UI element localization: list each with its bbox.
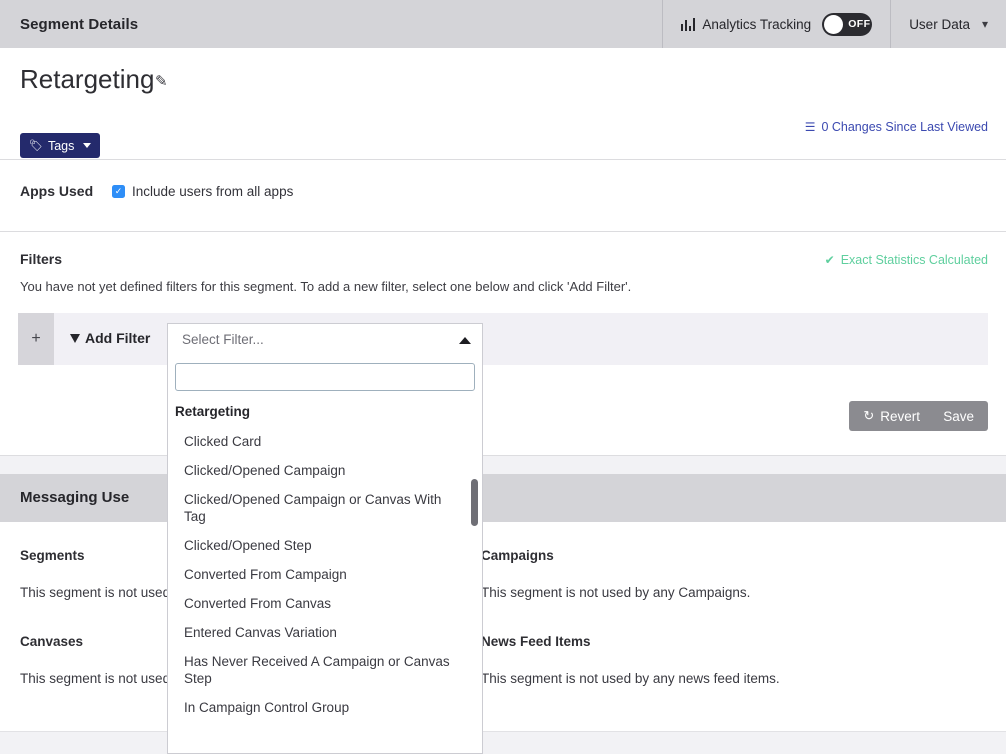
save-button-label: Save <box>943 409 974 424</box>
filters-heading: Filters <box>20 251 62 267</box>
changes-since-last-viewed-link[interactable]: ☰ 0 Changes Since Last Viewed <box>805 120 988 134</box>
apps-used-section: Apps Used ✓ Include users from all apps <box>0 160 1006 231</box>
filter-option[interactable]: Clicked/Opened Campaign or Canvas With T… <box>168 485 482 531</box>
filter-option[interactable]: In Campaign Control Group <box>168 693 482 722</box>
block-text: This segment is not used by any news fee… <box>481 671 951 686</box>
list-icon: ☰ <box>805 121 816 133</box>
checkbox-icon: ✓ <box>112 185 125 198</box>
toggle-state-label: OFF <box>848 18 870 30</box>
top-bar: Segment Details Analytics Tracking OFF U… <box>0 0 1006 48</box>
filter-select-placeholder: Select Filter... <box>182 332 264 347</box>
filter-option[interactable]: Has Never Received A Campaign or Canvas … <box>168 647 482 693</box>
caret-up-icon <box>459 337 471 344</box>
revert-button-label: Revert <box>880 409 920 424</box>
spacer-band <box>0 456 1006 474</box>
segment-name: Retargeting <box>20 66 154 92</box>
bar-chart-icon <box>681 18 696 31</box>
filter-search-input[interactable] <box>175 363 475 391</box>
filter-select-control[interactable]: Select Filter... <box>167 323 483 355</box>
apps-used-label: Apps Used <box>20 183 93 199</box>
undo-icon: ↻ <box>863 408 874 424</box>
segment-details-page: Segment Details Analytics Tracking OFF U… <box>0 0 1006 754</box>
toggle-knob <box>824 15 843 34</box>
check-icon: ✔ <box>825 253 835 267</box>
bottom-band <box>0 732 1006 754</box>
filter-option-group-header: Retargeting <box>168 398 482 427</box>
include-all-apps-label: Include users from all apps <box>132 184 293 199</box>
tag-icon: 🏷 <box>29 139 43 152</box>
filter-option[interactable]: Clicked/Opened Campaign <box>168 456 482 485</box>
messaging-use-column-right: Campaigns This segment is not used by an… <box>481 522 951 686</box>
add-filter-plus-button[interactable]: + <box>18 313 54 365</box>
status-badge: ✔ Exact Statistics Calculated <box>825 253 988 267</box>
analytics-tracking-control[interactable]: Analytics Tracking OFF <box>662 0 890 48</box>
block-heading: News Feed Items <box>481 634 951 649</box>
filters-description: You have not yet defined filters for thi… <box>20 279 631 294</box>
messaging-use-body: Segments This segment is not used by any… <box>0 522 1006 732</box>
filter-options-list: Retargeting Clicked CardClicked/Opened C… <box>168 398 482 722</box>
filter-option[interactable]: Converted From Canvas <box>168 589 482 618</box>
filter-option[interactable]: Converted From Campaign <box>168 560 482 589</box>
dropdown-scrollbar[interactable] <box>471 355 479 753</box>
filter-search-wrap <box>168 355 482 398</box>
filter-option[interactable]: Clicked Card <box>168 427 482 456</box>
caret-down-icon <box>83 143 91 148</box>
page-title: Segment Details <box>20 16 138 33</box>
tags-button[interactable]: 🏷 Tags <box>20 133 100 158</box>
funnel-icon <box>70 334 80 343</box>
filter-dropdown-panel: Retargeting Clicked CardClicked/Opened C… <box>167 355 483 754</box>
tags-button-label: Tags <box>48 139 74 153</box>
save-button[interactable]: Save <box>929 401 988 431</box>
include-all-apps-checkbox[interactable]: ✓ Include users from all apps <box>112 184 293 199</box>
analytics-tracking-label: Analytics Tracking <box>702 17 811 32</box>
dropdown-scrollbar-thumb[interactable] <box>471 479 478 526</box>
status-badge-label: Exact Statistics Calculated <box>841 253 988 267</box>
analytics-tracking-toggle[interactable]: OFF <box>822 13 872 36</box>
add-filter-label-group: Add Filter <box>70 330 150 346</box>
pencil-icon[interactable]: ✎ <box>155 72 173 90</box>
changes-link-label: 0 Changes Since Last Viewed <box>821 120 988 134</box>
top-bar-right: Analytics Tracking OFF User Data ▾ <box>662 0 1006 48</box>
add-filter-bar: + Add Filter <box>18 313 988 365</box>
user-data-label: User Data <box>909 17 970 32</box>
title-block: Retargeting ✎ 🏷 Tags ☰ 0 Changes Since L… <box>0 48 1006 159</box>
filter-option[interactable]: Entered Canvas Variation <box>168 618 482 647</box>
user-data-menu[interactable]: User Data ▾ <box>890 0 1006 48</box>
add-filter-label: Add Filter <box>85 330 150 346</box>
filter-option[interactable]: Clicked/Opened Step <box>168 531 482 560</box>
block-heading: Campaigns <box>481 548 951 563</box>
block-text: This segment is not used by any Campaign… <box>481 585 951 600</box>
revert-button[interactable]: ↻ Revert <box>849 401 934 431</box>
action-bar: ↻ Revert Save <box>0 392 1006 456</box>
messaging-use-band: Messaging Use <box>0 474 1006 522</box>
messaging-use-title: Messaging Use <box>20 489 129 506</box>
chevron-down-icon: ▾ <box>982 18 988 30</box>
filters-section: Filters You have not yet defined filters… <box>0 232 1006 314</box>
